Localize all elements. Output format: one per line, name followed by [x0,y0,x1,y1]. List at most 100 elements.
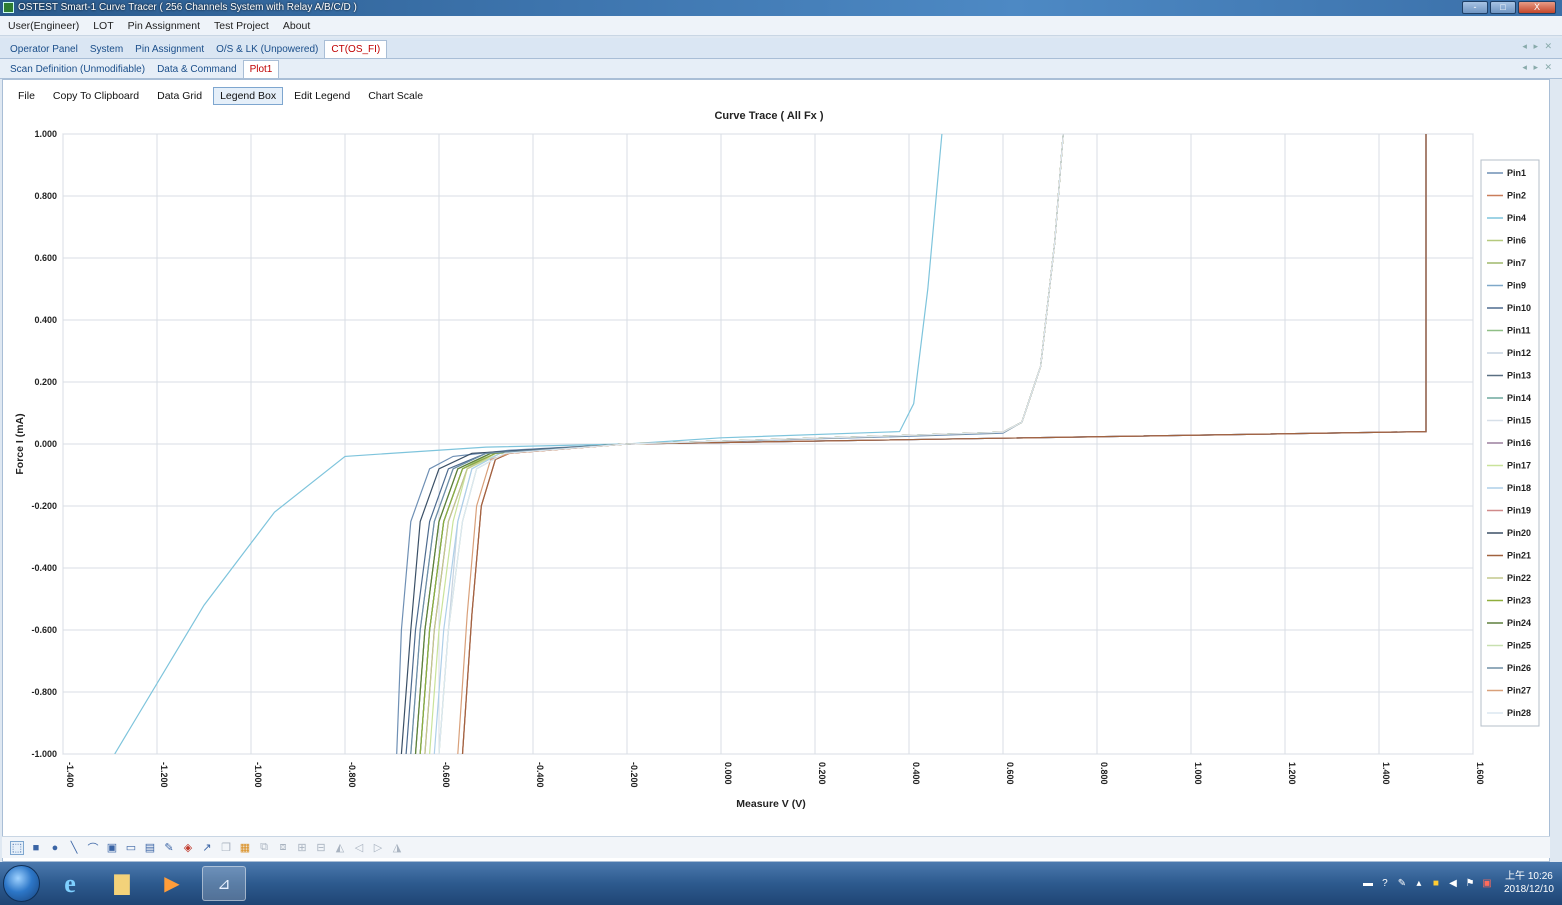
legend-label-pin23: Pin23 [1507,596,1531,606]
system-tray: ▬ ? ✎ ▴ ■ ◀ ⚑ ▣ 上午 10:26 2018/12/10 [1362,870,1554,896]
menu-pin-assignment[interactable]: Pin Assignment [128,20,200,32]
rectangle-icon[interactable]: ■ [29,841,43,855]
help-icon[interactable]: ? [1379,877,1391,889]
tab-system[interactable]: System [84,41,129,58]
legend-label-pin18: Pin18 [1507,483,1531,493]
legend-label-pin19: Pin19 [1507,506,1531,516]
keyboard-icon[interactable]: ▬ [1362,877,1374,889]
tab-os-lk-unpowered[interactable]: O/S & LK (Unpowered) [210,41,324,58]
clock[interactable]: 上午 10:26 2018/12/10 [1504,870,1554,896]
legend-label-pin22: Pin22 [1507,573,1531,583]
align-center-icon[interactable]: ◁ [352,841,366,855]
tab-scan-definition[interactable]: Scan Definition (Unmodifiable) [4,61,151,78]
media-player-icon[interactable]: ▶ [150,866,194,901]
window-title: OSTEST Smart-1 Curve Tracer ( 256 Channe… [18,2,357,13]
legend-label-pin28: Pin28 [1507,708,1531,718]
comment-icon[interactable]: ▤ [143,841,157,855]
tab-data-command[interactable]: Data & Command [151,61,242,78]
internet-explorer-icon[interactable]: e [48,866,92,901]
curve-tracer-app-icon[interactable]: ⊿ [202,866,246,901]
close-button[interactable]: X [1518,1,1556,14]
legend-label-pin24: Pin24 [1507,618,1531,628]
legend-box-button[interactable]: Legend Box [213,87,284,105]
app-icon [3,2,14,13]
x-tick-label: 0.800 [1099,762,1109,785]
line-color-icon[interactable]: ↗ [200,841,214,855]
legend-label-pin6: Pin6 [1507,236,1526,246]
chart-scale-button[interactable]: Chart Scale [361,87,430,105]
legend-label-pin2: Pin2 [1507,191,1526,201]
clock-date: 2018/12/10 [1503,884,1554,895]
x-tick-label: -0.600 [441,762,451,788]
x-tick-label: -1.000 [253,762,263,788]
edit-legend-button[interactable]: Edit Legend [287,87,357,105]
y-tick-label: -0.800 [31,687,57,697]
pen-icon[interactable]: ✎ [162,841,176,855]
drawing-toolbar: ⬚ ■ ● ╲ ⌒ ▣ ▭ ▤ ✎ ◈ ↗ ❐ ▦ ⧉ ⧈ ⊞ ⊟ ◭ ◁ ▷ … [2,836,1550,858]
tab-ct-os-fi[interactable]: CT(OS_FI) [324,40,388,58]
chart-container: -1.400 -1.200 -1.000 -0.800 -0.600 -0.400 -0.2… [3,80,1551,863]
group-icon[interactable]: ⧉ [257,841,271,855]
data-grid-button[interactable]: Data Grid [150,87,209,105]
tab-pin-assignment[interactable]: Pin Assignment [129,41,210,58]
tab-plot1[interactable]: Plot1 [242,60,280,78]
copy-to-clipboard-button[interactable]: Copy To Clipboard [46,87,146,105]
x-tick-label: 0.600 [1005,762,1015,785]
x-tick-label: 1.600 [1475,762,1485,785]
x-tick-label: -0.800 [347,762,357,788]
tab-strip-controls[interactable]: ◂ ▸ ✕ [1522,41,1554,52]
image-icon[interactable]: ▣ [105,841,119,855]
x-tick-label: 1.400 [1381,762,1391,785]
menu-lot[interactable]: LOT [93,20,113,32]
y-tick-label: -0.600 [31,625,57,635]
pen-input-icon[interactable]: ✎ [1396,877,1408,889]
taskbar: e ▇ ▶ ⊿ ▬ ? ✎ ▴ ■ ◀ ⚑ ▣ 上午 10:26 2018/12… [0,862,1562,905]
line-icon[interactable]: ╲ [67,841,81,855]
y-tick-label: -0.400 [31,563,57,573]
tab-operator-panel[interactable]: Operator Panel [4,41,84,58]
curve-trace-chart[interactable]: -1.400 -1.200 -1.000 -0.800 -0.600 -0.400 -0.2… [3,80,1551,863]
paste-icon[interactable]: ▦ [238,841,252,855]
arc-icon[interactable]: ⌒ [86,841,100,855]
legend-label-pin15: Pin15 [1507,416,1531,426]
menu-user[interactable]: User(Engineer) [8,20,79,32]
legend-label-pin17: Pin17 [1507,461,1531,471]
legend-label-pin25: Pin25 [1507,641,1531,651]
network-icon[interactable]: ▣ [1481,877,1493,889]
ungroup-icon[interactable]: ⧈ [276,841,290,855]
show-hidden-icon[interactable]: ▴ [1413,877,1425,889]
fill-color-icon[interactable]: ◈ [181,841,195,855]
start-orb[interactable] [3,865,40,902]
legend-label-pin26: Pin26 [1507,663,1531,673]
chart-title: Curve Trace ( All Fx ) [714,110,823,122]
select-icon[interactable]: ⬚ [10,840,24,855]
textbox-icon[interactable]: ▭ [124,841,138,855]
legend-label-pin20: Pin20 [1507,528,1531,538]
legend-label-pin10: Pin10 [1507,303,1531,313]
file-button[interactable]: File [11,87,42,105]
ellipse-icon[interactable]: ● [48,841,62,855]
minimize-button[interactable]: - [1462,1,1488,14]
security-icon[interactable]: ■ [1430,877,1442,889]
y-tick-label: 0.400 [34,315,57,325]
legend-label-pin21: Pin21 [1507,551,1531,561]
volume-icon[interactable]: ◀ [1447,877,1459,889]
subtab-strip-controls[interactable]: ◂ ▸ ✕ [1522,62,1554,73]
file-explorer-icon[interactable]: ▇ [100,866,144,901]
align-right-icon[interactable]: ▷ [371,841,385,855]
menu-test-project[interactable]: Test Project [214,20,269,32]
y-tick-label: 0.800 [34,191,57,201]
align-left-icon[interactable]: ◭ [333,841,347,855]
legend-label-pin27: Pin27 [1507,686,1531,696]
plot-toolbar: File Copy To Clipboard Data Grid Legend … [11,87,430,105]
bring-front-icon[interactable]: ⊞ [295,841,309,855]
align-top-icon[interactable]: ◮ [390,841,404,855]
y-tick-label: 0.600 [34,253,57,263]
send-back-icon[interactable]: ⊟ [314,841,328,855]
legend-label-pin16: Pin16 [1507,438,1531,448]
maximize-button[interactable]: □ [1490,1,1516,14]
flag-icon[interactable]: ⚑ [1464,877,1476,889]
x-tick-label: 0.200 [817,762,827,785]
menu-about[interactable]: About [283,20,310,32]
copy-icon[interactable]: ❐ [219,841,233,855]
